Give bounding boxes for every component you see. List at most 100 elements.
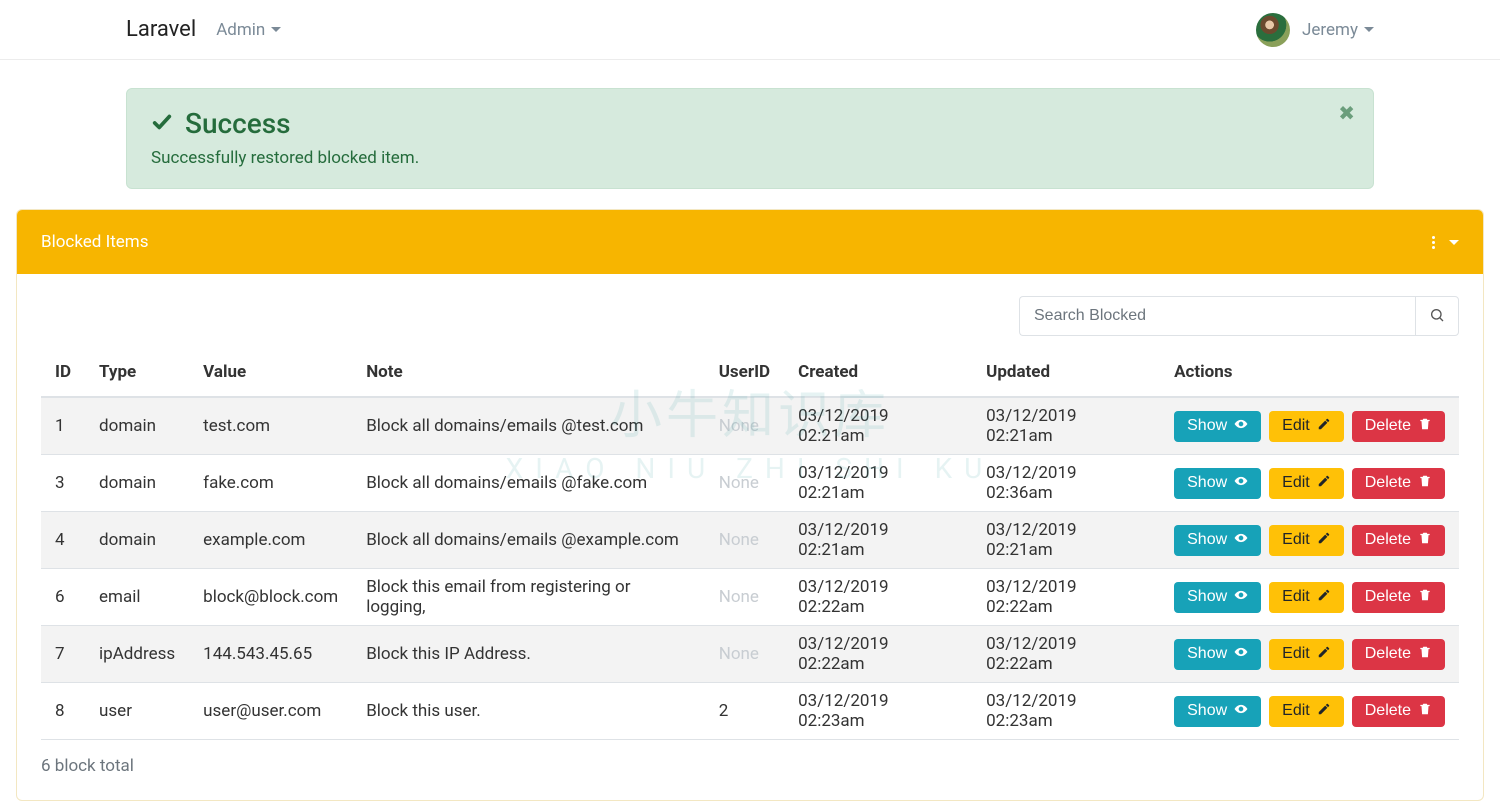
- edit-button[interactable]: Edit: [1269, 582, 1344, 613]
- cell-value: example.com: [189, 512, 352, 569]
- pencil-icon: [1317, 702, 1331, 721]
- caret-down-icon: [271, 27, 281, 32]
- search-button[interactable]: [1415, 296, 1459, 336]
- trash-icon: [1418, 702, 1432, 721]
- cell-id: 6: [41, 569, 85, 626]
- cell-value: fake.com: [189, 455, 352, 512]
- nav-user-label: Jeremy: [1302, 20, 1358, 40]
- eye-icon: [1234, 417, 1248, 436]
- show-button[interactable]: Show: [1174, 525, 1261, 556]
- col-userid: UserID: [705, 362, 784, 397]
- show-button[interactable]: Show: [1174, 468, 1261, 499]
- col-id: ID: [41, 362, 85, 397]
- cell-value: test.com: [189, 397, 352, 455]
- brand[interactable]: Laravel: [126, 17, 196, 42]
- nav-admin-dropdown[interactable]: Admin: [216, 20, 281, 40]
- nav-user-dropdown[interactable]: Jeremy: [1302, 20, 1374, 40]
- delete-button[interactable]: Delete: [1352, 525, 1445, 556]
- cell-value: 144.543.45.65: [189, 626, 352, 683]
- caret-down-icon[interactable]: [1449, 240, 1459, 245]
- edit-button[interactable]: Edit: [1269, 411, 1344, 442]
- cell-type: email: [85, 569, 189, 626]
- trash-icon: [1418, 588, 1432, 607]
- card-menu-button[interactable]: [1432, 236, 1435, 249]
- eye-icon: [1234, 474, 1248, 493]
- cell-note: Block all domains/emails @test.com: [352, 397, 705, 455]
- blocked-items-card: Blocked Items: [16, 209, 1484, 801]
- cell-id: 3: [41, 455, 85, 512]
- cell-userid-none: None: [719, 644, 759, 664]
- cell-created: 03/12/2019 02:22am: [784, 626, 972, 683]
- cell-value: block@block.com: [189, 569, 352, 626]
- pencil-icon: [1317, 474, 1331, 493]
- navbar: Laravel Admin Jeremy: [0, 0, 1500, 60]
- edit-button[interactable]: Edit: [1269, 525, 1344, 556]
- card-header: Blocked Items: [17, 210, 1483, 274]
- edit-button[interactable]: Edit: [1269, 468, 1344, 499]
- cell-type: ipAddress: [85, 626, 189, 683]
- delete-button[interactable]: Delete: [1352, 468, 1445, 499]
- edit-button[interactable]: Edit: [1269, 696, 1344, 727]
- cell-type: domain: [85, 397, 189, 455]
- cell-created: 03/12/2019 02:21am: [784, 512, 972, 569]
- edit-button[interactable]: Edit: [1269, 639, 1344, 670]
- table-row: 6emailblock@block.comBlock this email fr…: [41, 569, 1459, 626]
- col-type: Type: [85, 362, 189, 397]
- cell-userid-none: None: [719, 473, 759, 493]
- col-actions: Actions: [1160, 362, 1459, 397]
- cell-note: Block all domains/emails @fake.com: [352, 455, 705, 512]
- cell-id: 1: [41, 397, 85, 455]
- blocked-items-table: ID Type Value Note UserID Created Update…: [41, 362, 1459, 740]
- cell-type: domain: [85, 512, 189, 569]
- pencil-icon: [1317, 588, 1331, 607]
- alert-message: Successfully restored blocked item.: [151, 148, 1349, 168]
- search-input[interactable]: [1019, 296, 1415, 336]
- total-count: 6 block total: [41, 756, 1459, 776]
- success-alert: Success Successfully restored blocked it…: [126, 88, 1374, 189]
- delete-button[interactable]: Delete: [1352, 411, 1445, 442]
- cell-value: user@user.com: [189, 683, 352, 740]
- cell-id: 8: [41, 683, 85, 740]
- cell-updated: 03/12/2019 02:22am: [972, 569, 1160, 626]
- table-row: 8useruser@user.comBlock this user.203/12…: [41, 683, 1459, 740]
- cell-created: 03/12/2019 02:21am: [784, 455, 972, 512]
- show-button[interactable]: Show: [1174, 411, 1261, 442]
- avatar[interactable]: [1256, 13, 1290, 47]
- search-icon: [1429, 307, 1445, 326]
- trash-icon: [1418, 474, 1432, 493]
- col-created: Created: [784, 362, 972, 397]
- pencil-icon: [1317, 645, 1331, 664]
- col-note: Note: [352, 362, 705, 397]
- delete-button[interactable]: Delete: [1352, 696, 1445, 727]
- eye-icon: [1234, 588, 1248, 607]
- col-updated: Updated: [972, 362, 1160, 397]
- cell-created: 03/12/2019 02:21am: [784, 397, 972, 455]
- show-button[interactable]: Show: [1174, 639, 1261, 670]
- show-button[interactable]: Show: [1174, 696, 1261, 727]
- eye-icon: [1234, 702, 1248, 721]
- alert-title: Success: [185, 107, 291, 140]
- eye-icon: [1234, 645, 1248, 664]
- trash-icon: [1418, 645, 1432, 664]
- cell-note: Block this email from registering or log…: [352, 569, 705, 626]
- cell-note: Block all domains/emails @example.com: [352, 512, 705, 569]
- cell-id: 4: [41, 512, 85, 569]
- cell-note: Block this IP Address.: [352, 626, 705, 683]
- cell-id: 7: [41, 626, 85, 683]
- cell-note: Block this user.: [352, 683, 705, 740]
- show-button[interactable]: Show: [1174, 582, 1261, 613]
- eye-icon: [1234, 531, 1248, 550]
- trash-icon: [1418, 417, 1432, 436]
- alert-close-button[interactable]: ✖: [1338, 101, 1355, 125]
- card-title: Blocked Items: [41, 232, 148, 252]
- cell-userid-none: None: [719, 416, 759, 436]
- table-row: 4domainexample.comBlock all domains/emai…: [41, 512, 1459, 569]
- close-icon: ✖: [1338, 101, 1355, 125]
- delete-button[interactable]: Delete: [1352, 582, 1445, 613]
- cell-userid: 2: [719, 701, 729, 721]
- cell-type: domain: [85, 455, 189, 512]
- cell-created: 03/12/2019 02:23am: [784, 683, 972, 740]
- delete-button[interactable]: Delete: [1352, 639, 1445, 670]
- kebab-icon: [1432, 236, 1435, 249]
- pencil-icon: [1317, 531, 1331, 550]
